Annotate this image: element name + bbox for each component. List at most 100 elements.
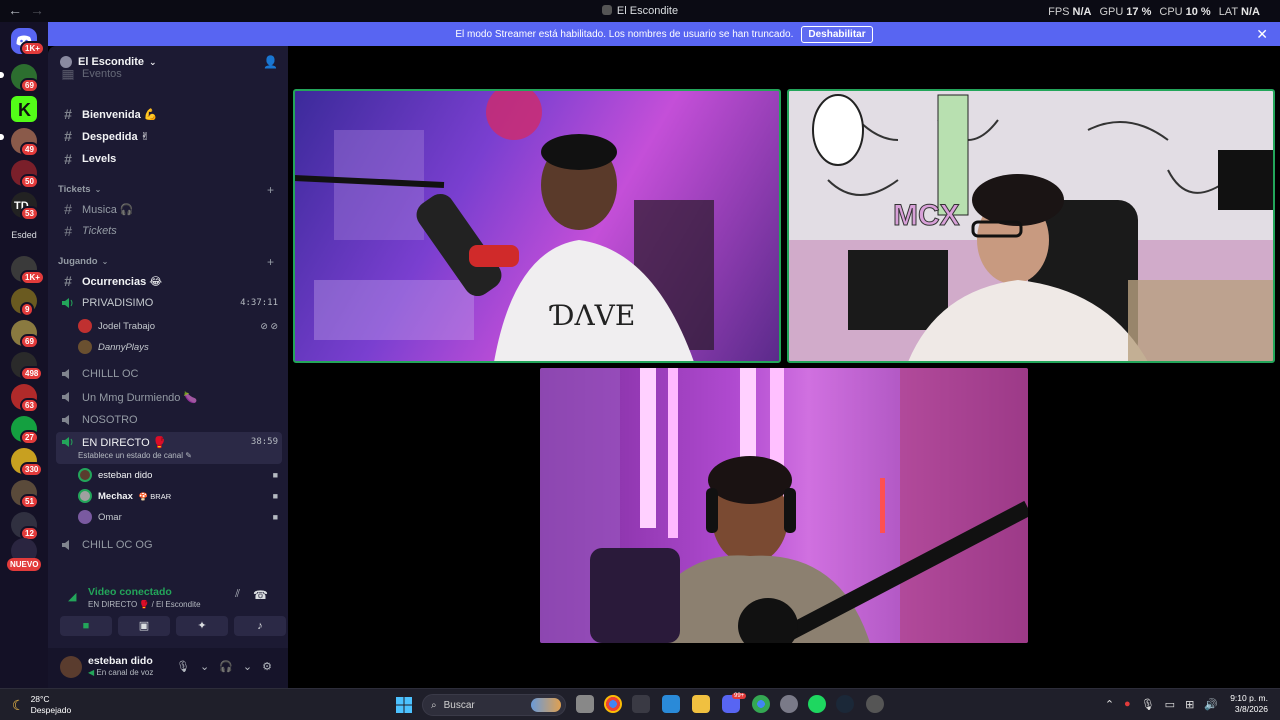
- file-explorer-icon[interactable]: [692, 695, 710, 713]
- voice-action-buttons: ■ ▣ ✦ ♪: [60, 616, 286, 636]
- channel-status[interactable]: Establece un estado de canal ✎: [78, 451, 192, 460]
- chevron-down-icon[interactable]: ⌄: [200, 660, 209, 673]
- streamer-mode-banner: El modo Streamer está habilitado. Los no…: [48, 22, 1280, 46]
- system-tray: ⌃ ● 🎙 ▭ ⊞ 🔊: [1105, 698, 1218, 711]
- voice-user[interactable]: Omar ■: [78, 508, 282, 526]
- avatar[interactable]: [60, 656, 82, 678]
- channel-sidebar: El Escondite ⌄ 👤 ▦ Eventos # Bienvenida 💪 …: [48, 46, 288, 688]
- time: 9:10 p. m.: [1230, 693, 1268, 703]
- disable-button[interactable]: Deshabilitar: [801, 25, 873, 43]
- voice-channel-chilll[interactable]: CHILLL OC: [56, 364, 282, 384]
- channel-despedida[interactable]: # Despedida ✌: [56, 126, 282, 146]
- camera-icon: ■: [272, 512, 278, 522]
- channel-label: EN DIRECTO 🥊: [82, 436, 167, 449]
- display-icon[interactable]: ▭: [1165, 698, 1175, 711]
- voice-channel-privadisimo[interactable]: PRIVADISIMO 4:37:11: [56, 293, 282, 313]
- channel-musica[interactable]: # Musica 🎧: [56, 199, 282, 219]
- speaker-icon: [62, 298, 73, 308]
- speaker-icon: [62, 369, 69, 379]
- gear-icon[interactable]: ⚙: [262, 660, 272, 673]
- signal-icon[interactable]: ◢: [68, 590, 76, 603]
- channel-levels[interactable]: # Levels: [56, 149, 282, 169]
- channel-label: Levels: [82, 153, 117, 165]
- avatar: [78, 489, 92, 503]
- kick-server-icon[interactable]: K: [11, 96, 37, 122]
- soundboard-button[interactable]: ♪: [234, 616, 286, 636]
- search-placeholder: Buscar: [443, 699, 475, 711]
- channel-ocurrencias[interactable]: # Ocurrencias 😂: [56, 271, 282, 291]
- voice-status-channel[interactable]: EN DIRECTO 🥊 / El Escondite: [88, 600, 201, 609]
- voice-channel-chill-og[interactable]: CHILL OC OG: [56, 535, 282, 555]
- channel-events[interactable]: ▦ Eventos: [56, 68, 282, 80]
- voice-user[interactable]: esteban dido ■: [78, 466, 282, 484]
- voice-user[interactable]: Jodel Trabajo ⊘ ⊘: [78, 317, 282, 335]
- headphones-icon[interactable]: 🎧: [219, 660, 233, 673]
- close-icon[interactable]: ✕: [1256, 26, 1268, 43]
- noise-suppression-icon[interactable]: ⫽: [235, 588, 240, 601]
- activities-button[interactable]: ✦: [176, 616, 228, 636]
- server-folder-label[interactable]: Esded: [4, 230, 44, 240]
- tray-app-icon[interactable]: ●: [1124, 698, 1131, 711]
- voice-user[interactable]: DannyPlays: [78, 338, 282, 356]
- category-label: Jugando: [58, 256, 98, 267]
- username: esteban dido: [98, 469, 153, 481]
- weather-text: 28°C Despejado: [31, 694, 72, 716]
- windows-start-icon[interactable]: [396, 697, 412, 713]
- microphone-icon[interactable]: 🎙: [176, 660, 190, 673]
- video-tile[interactable]: [540, 368, 1028, 643]
- chrome-icon[interactable]: [604, 695, 622, 713]
- camera-button[interactable]: ■: [60, 616, 112, 636]
- video-stage: ƊΛVE MCX: [288, 46, 1280, 688]
- voice-user[interactable]: Mechax 🍄 BRAR ■: [78, 487, 282, 505]
- channel-label: CHILLL OC: [82, 368, 139, 380]
- clock[interactable]: 9:10 p. m. 3/8/2026: [1230, 693, 1268, 715]
- category-tickets[interactable]: Tickets ⌄ +: [58, 183, 282, 197]
- taskbar-search[interactable]: ⌕ Buscar: [422, 694, 566, 716]
- steam-icon[interactable]: [836, 695, 854, 713]
- voice-channel-en-directo[interactable]: EN DIRECTO 🥊 38:59: [56, 432, 282, 452]
- add-user-icon[interactable]: 👤: [263, 55, 278, 69]
- channel-label: Un Mmg Durmiendo 🍆: [82, 391, 198, 404]
- channel-tickets[interactable]: # Tickets: [56, 221, 282, 241]
- hash-icon: #: [64, 201, 72, 217]
- voice-channel-mmg[interactable]: Un Mmg Durmiendo 🍆: [56, 387, 282, 407]
- muted-deafened-icon: ⊘ ⊘: [260, 320, 278, 331]
- category-jugando[interactable]: Jugando ⌄ +: [58, 255, 282, 269]
- search-icon: ⌕: [431, 699, 437, 711]
- chevron-down-icon[interactable]: ⌄: [243, 660, 252, 673]
- voice-channel-nosotro[interactable]: NOSOTRO: [56, 410, 282, 430]
- channel-timer: 38:59: [250, 437, 278, 447]
- chevron-down-icon: ⌄: [94, 185, 102, 194]
- participant-video: MCX: [788, 90, 1274, 362]
- speaker-icon: [62, 437, 73, 447]
- volume-icon[interactable]: 🔊: [1204, 698, 1218, 711]
- new-badge[interactable]: NUEVO: [7, 558, 42, 571]
- windows-taskbar: ☾ 28°C Despejado ⌕ Buscar 99+ ⌃ ● 🎙 ▭ ⊞ 🔊 …: [0, 688, 1280, 720]
- moon-icon: ☾: [12, 696, 25, 713]
- user-status-text: En canal de voz: [96, 668, 154, 677]
- add-channel-icon[interactable]: +: [267, 183, 274, 197]
- photos-icon[interactable]: [662, 695, 680, 713]
- screen-share-button[interactable]: ▣: [118, 616, 170, 636]
- weather-widget[interactable]: ☾ 28°C Despejado: [12, 694, 71, 716]
- network-icon[interactable]: ⊞: [1185, 698, 1194, 711]
- svg-text:ƊΛVE: ƊΛVE: [549, 299, 635, 332]
- disconnect-icon[interactable]: ☎: [253, 588, 268, 602]
- chrome-alt-icon[interactable]: [752, 695, 770, 713]
- spotify-icon[interactable]: [808, 695, 826, 713]
- channel-bienvenida[interactable]: # Bienvenida 💪: [56, 104, 282, 124]
- user-status: ◀ En canal de voz: [88, 668, 153, 677]
- search-highlight-icon: [531, 698, 561, 712]
- microphone-icon[interactable]: 🎙: [1141, 698, 1155, 711]
- app-icon[interactable]: [632, 695, 650, 713]
- add-channel-icon[interactable]: +: [267, 255, 274, 269]
- calendar-icon: ▦: [61, 68, 75, 80]
- channel-status-text: Establece un estado de canal: [78, 451, 183, 460]
- date: 3/8/2026: [1234, 704, 1268, 714]
- task-view-icon[interactable]: [576, 695, 594, 713]
- settings-icon[interactable]: [780, 695, 798, 713]
- app-icon[interactable]: [866, 695, 884, 713]
- video-tile[interactable]: ƊΛVE: [293, 89, 781, 363]
- chevron-up-icon[interactable]: ⌃: [1105, 698, 1114, 711]
- video-tile[interactable]: MCX: [787, 89, 1275, 363]
